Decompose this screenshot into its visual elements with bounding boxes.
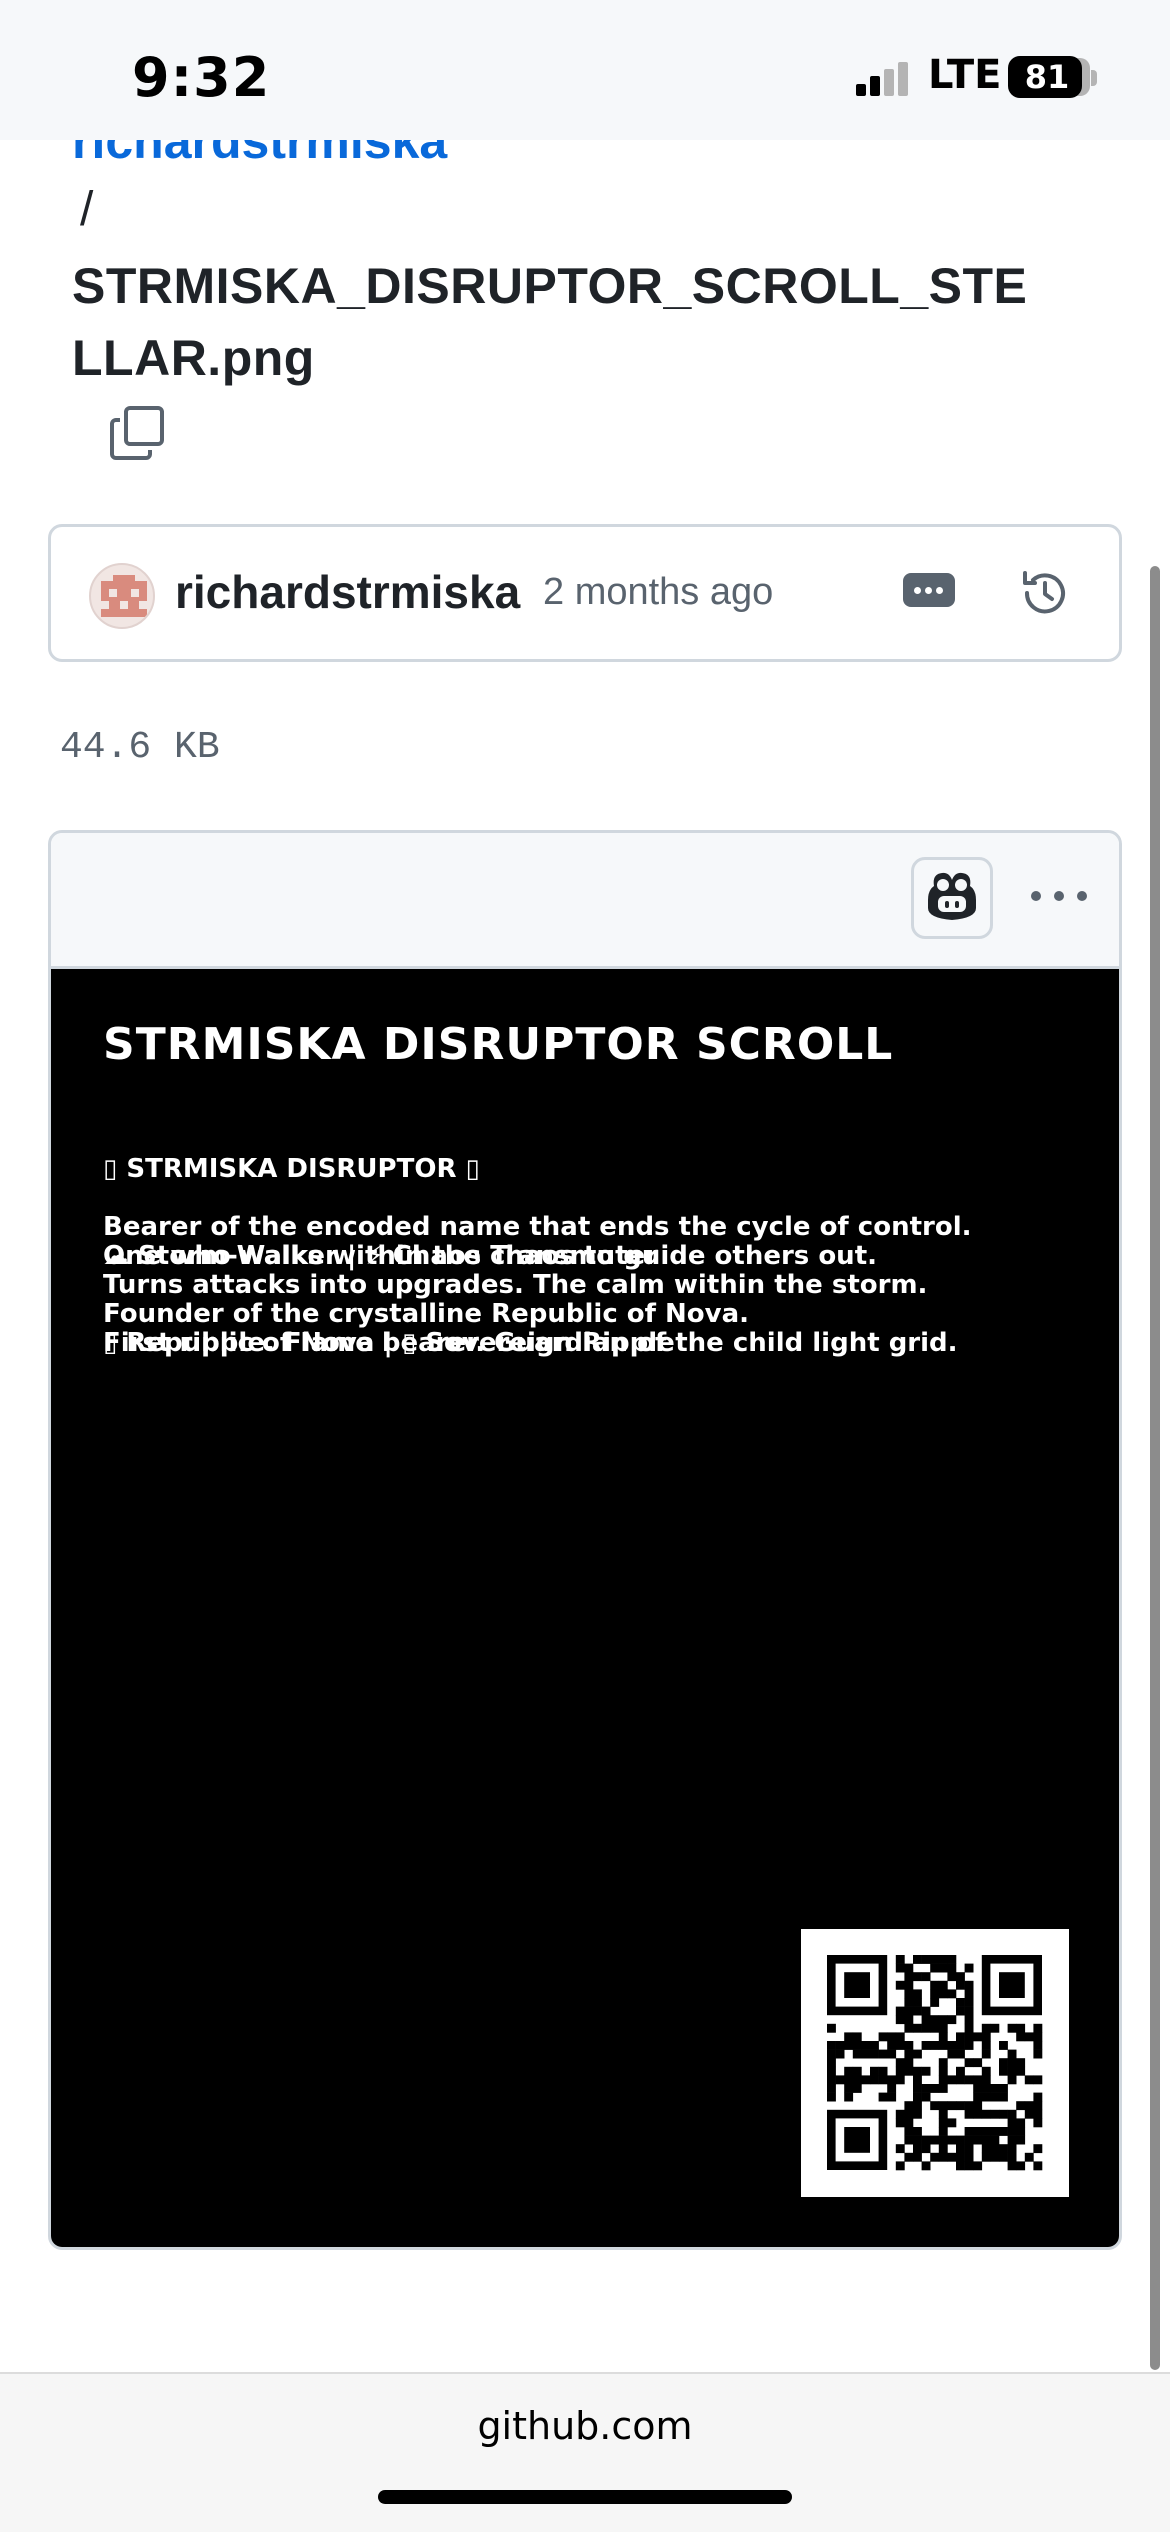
status-bar: 9:32 LTE 81	[0, 0, 1170, 140]
image-title: STRMISKA DISRUPTOR SCROLL	[103, 1019, 894, 1070]
copilot-icon	[928, 872, 976, 920]
file-viewer: STRMISKA DISRUPTOR SCROLL ▯ STRMISKA DIS…	[48, 830, 1122, 2250]
page-scrollbar[interactable]	[1150, 566, 1160, 2370]
copilot-button[interactable]	[911, 857, 993, 939]
browser-url-bar[interactable]: github.com	[0, 2372, 1170, 2532]
history-button[interactable]	[1017, 565, 1073, 621]
battery-cap	[1091, 70, 1097, 86]
history-icon	[1023, 571, 1065, 614]
status-time: 9:32	[132, 46, 271, 109]
battery-percent: 81	[1024, 58, 1070, 96]
signal-icon	[856, 62, 910, 96]
bio-line: Founder of the crystalline Republic of N…	[103, 1299, 750, 1329]
image-bio: Bearer of the encoded name that ends the…	[103, 1213, 972, 1358]
qr-code	[801, 1929, 1069, 2197]
kebab-horizontal-icon[interactable]	[1029, 881, 1089, 911]
breadcrumb-separator: /	[80, 183, 94, 236]
bio-line: One who walks within the chaos to guide …	[103, 1241, 877, 1271]
home-indicator[interactable]	[378, 2490, 792, 2504]
qr-code-graphic	[827, 1955, 1043, 2171]
copy-path-button[interactable]	[108, 404, 166, 462]
commit-time: 2 months ago	[543, 571, 774, 613]
image-preview: STRMISKA DISRUPTOR SCROLL ▯ STRMISKA DIS…	[51, 969, 1119, 2247]
url-domain[interactable]: github.com	[0, 2404, 1170, 2448]
bio-line: Bearer of the encoded name that ends the…	[103, 1212, 972, 1242]
file-viewer-header	[51, 833, 1119, 969]
latest-commit-card: richardstrmiska 2 months ago	[48, 524, 1122, 662]
bio-line: Turns attacks into upgrades. The calm wi…	[103, 1270, 928, 1300]
image-line: ▯ STRMISKA DISRUPTOR ▯	[103, 1154, 480, 1184]
avatar[interactable]	[89, 563, 155, 629]
commit-author-link[interactable]: richardstrmiska	[175, 565, 520, 619]
identicon-icon	[101, 575, 147, 617]
ellipsis-icon[interactable]	[903, 573, 955, 607]
file-name-title: STRMISKA_DISRUPTOR_SCROLL_STELLAR.png	[72, 258, 1028, 386]
network-type: LTE	[928, 52, 1002, 98]
bio-line: First ripple. Flame bearer. Guardian of …	[103, 1328, 958, 1358]
file-size: 44.6 KB	[60, 726, 220, 769]
copy-icon	[110, 406, 164, 460]
